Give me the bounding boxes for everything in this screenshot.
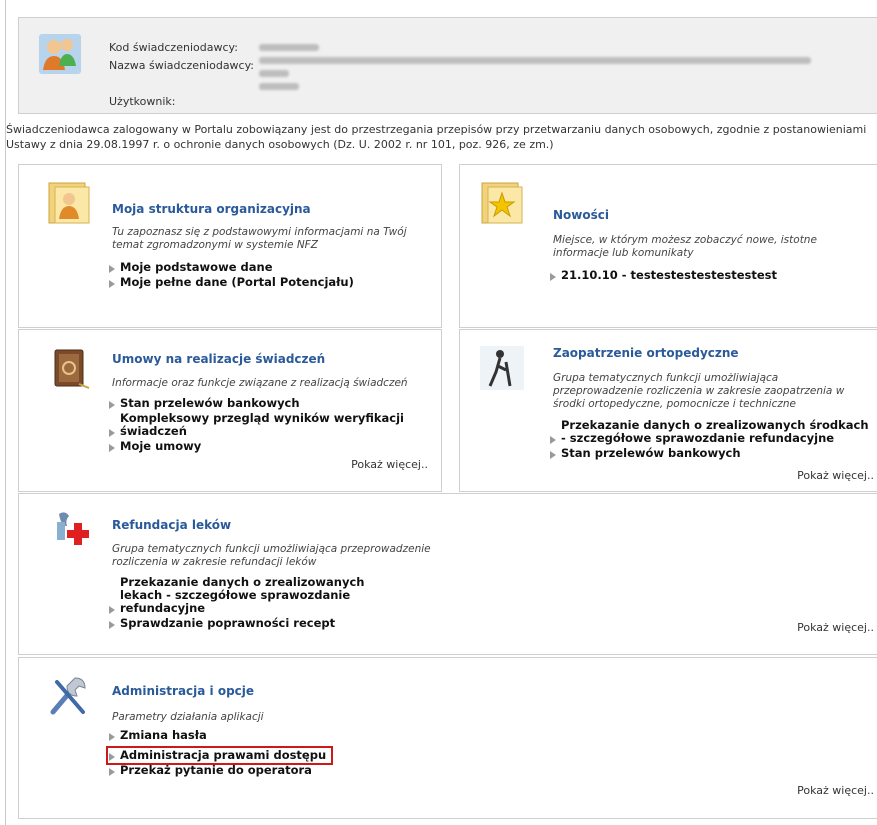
link-ask-operator[interactable]: Przekaż pytanie do operatora bbox=[109, 764, 409, 777]
redacted-provider-name bbox=[259, 57, 811, 64]
arrow-right-icon bbox=[109, 753, 115, 761]
link-basic-data-label: Moje podstawowe dane bbox=[120, 260, 273, 274]
arrow-right-icon bbox=[550, 273, 556, 281]
arrow-right-icon bbox=[109, 401, 115, 409]
redacted-provider-name-2 bbox=[259, 70, 289, 77]
panel-orthopedic-title[interactable]: Zaopatrzenie ortopedyczne bbox=[553, 346, 739, 360]
redacted-user bbox=[259, 83, 299, 90]
show-more-orthopedic[interactable]: Pokaż więcej.. bbox=[797, 469, 874, 482]
link-news-item[interactable]: 21.10.10 - testestestestestestest bbox=[550, 269, 777, 282]
panel-admin-desc: Parametry działania aplikacji bbox=[112, 711, 264, 723]
provider-labels: Kod świadczeniodawcy: Nazwa świadczeniod… bbox=[109, 39, 254, 111]
contract-book-icon bbox=[54, 349, 90, 389]
panel-contracts-links: Stan przelewów bankowych Kompleksowy prz… bbox=[109, 397, 409, 455]
panel-admin-title[interactable]: Administracja i opcje bbox=[112, 684, 254, 698]
link-prescription-check[interactable]: Sprawdzanie poprawności recept bbox=[109, 617, 409, 630]
link-drugs-report-label: Przekazanie danych o zrealizowanych leka… bbox=[120, 575, 365, 615]
panel-drugs-desc: Grupa tematycznych funkcji umożliwiająca… bbox=[112, 543, 431, 568]
panel-structure: Moja struktura organizacyjna Tu zapoznas… bbox=[18, 164, 442, 328]
privacy-notice: Świadczeniodawca zalogowany w Portalu zo… bbox=[6, 123, 867, 151]
provider-values-redacted bbox=[259, 39, 811, 96]
link-full-data-label: Moje pełne dane (Portal Potencjału) bbox=[120, 275, 354, 289]
panel-contracts-desc: Informacje oraz funkcje związane z reali… bbox=[112, 377, 408, 389]
link-change-password-label: Zmiana hasła bbox=[120, 728, 207, 742]
redacted-provider-code bbox=[259, 44, 319, 51]
link-prescription-check-label: Sprawdzanie poprawności recept bbox=[120, 616, 336, 630]
link-bank-transfers-label: Stan przelewów bankowych bbox=[120, 396, 300, 410]
arrow-right-icon bbox=[109, 768, 115, 776]
arrow-right-icon bbox=[109, 280, 115, 288]
pharmacy-cross-icon bbox=[57, 512, 89, 545]
panel-drugs-links: Przekazanie danych o zrealizowanych leka… bbox=[109, 576, 409, 632]
show-more-drugs[interactable]: Pokaż więcej.. bbox=[797, 621, 874, 634]
link-orthopedic-transfers-label: Stan przelewów bankowych bbox=[561, 446, 741, 460]
show-more-admin[interactable]: Pokaż więcej.. bbox=[797, 784, 874, 797]
link-verification-review-label: Kompleksowy przegląd wyników weryfikacji… bbox=[120, 411, 404, 438]
panel-news-desc: Miejsce, w którym możesz zobaczyć nowe, … bbox=[553, 234, 817, 259]
panel-contracts: Umowy na realizacje świadczeń Informacje… bbox=[18, 329, 442, 492]
panel-news-links: 21.10.10 - testestestestestestest bbox=[550, 269, 777, 284]
link-basic-data[interactable]: Moje podstawowe dane bbox=[109, 261, 354, 274]
link-change-password[interactable]: Zmiana hasła bbox=[109, 729, 409, 742]
provider-code-label: Kod świadczeniodawcy: bbox=[109, 41, 238, 54]
arrow-right-icon bbox=[109, 733, 115, 741]
arrow-right-icon bbox=[109, 606, 115, 614]
arrow-right-icon bbox=[109, 444, 115, 452]
arrow-right-icon bbox=[550, 436, 556, 444]
provider-info-box: Kod świadczeniodawcy: Nazwa świadczeniod… bbox=[18, 17, 877, 114]
panel-structure-title[interactable]: Moja struktura organizacyjna bbox=[112, 202, 311, 216]
link-bank-transfers[interactable]: Stan przelewów bankowych bbox=[109, 397, 409, 410]
folder-user-icon bbox=[48, 182, 90, 224]
panel-drugs: Refundacja leków Grupa tematycznych funk… bbox=[18, 493, 877, 655]
folder-star-icon bbox=[481, 182, 523, 224]
panel-contracts-title[interactable]: Umowy na realizacje świadczeń bbox=[112, 352, 325, 366]
panel-news-title[interactable]: Nowości bbox=[553, 208, 609, 222]
panel-structure-links: Moje podstawowe dane Moje pełne dane (Po… bbox=[109, 261, 354, 291]
link-full-data[interactable]: Moje pełne dane (Portal Potencjału) bbox=[109, 276, 354, 289]
panel-admin: Administracja i opcje Parametry działani… bbox=[18, 657, 877, 819]
link-ask-operator-label: Przekaż pytanie do operatora bbox=[120, 763, 312, 777]
panel-news: Nowości Miejsce, w którym możesz zobaczy… bbox=[459, 164, 877, 328]
arrow-right-icon bbox=[109, 429, 115, 437]
panel-drugs-title[interactable]: Refundacja leków bbox=[112, 518, 231, 532]
tools-icon bbox=[50, 677, 86, 715]
user-label: Użytkownik: bbox=[109, 95, 176, 108]
panel-structure-desc: Tu zapoznasz się z podstawowymi informac… bbox=[112, 226, 407, 251]
arrow-right-icon bbox=[109, 265, 115, 273]
link-news-item-label: 21.10.10 - testestestestestestest bbox=[561, 268, 778, 282]
panel-orthopedic-desc: Grupa tematycznych funkcji umożliwiająca… bbox=[553, 372, 845, 410]
link-orthopedic-transfers[interactable]: Stan przelewów bankowych bbox=[550, 447, 870, 460]
users-icon bbox=[39, 34, 81, 74]
link-access-rights[interactable]: Administracja prawami dostępu bbox=[105, 746, 334, 765]
arrow-right-icon bbox=[109, 621, 115, 629]
link-drugs-report[interactable]: Przekazanie danych o zrealizowanych leka… bbox=[109, 576, 409, 615]
link-my-contracts[interactable]: Moje umowy bbox=[109, 440, 409, 453]
panel-orthopedic-links: Przekazanie danych o zrealizowanych środ… bbox=[550, 419, 870, 462]
crutch-person-icon bbox=[480, 346, 524, 390]
panel-admin-links: Zmiana hasła Administracja prawami dostę… bbox=[105, 729, 409, 779]
provider-name-label: Nazwa świadczeniodawcy: bbox=[109, 59, 255, 72]
panel-orthopedic: Zaopatrzenie ortopedyczne Grupa tematycz… bbox=[459, 329, 877, 492]
link-verification-review[interactable]: Kompleksowy przegląd wyników weryfikacji… bbox=[109, 412, 409, 438]
link-my-contracts-label: Moje umowy bbox=[120, 439, 202, 453]
link-orthopedic-report[interactable]: Przekazanie danych o zrealizowanych środ… bbox=[550, 419, 870, 445]
link-orthopedic-report-label: Przekazanie danych o zrealizowanych środ… bbox=[561, 418, 869, 445]
arrow-right-icon bbox=[550, 451, 556, 459]
show-more-contracts[interactable]: Pokaż więcej.. bbox=[351, 458, 428, 471]
link-access-rights-label: Administracja prawami dostępu bbox=[120, 748, 327, 762]
